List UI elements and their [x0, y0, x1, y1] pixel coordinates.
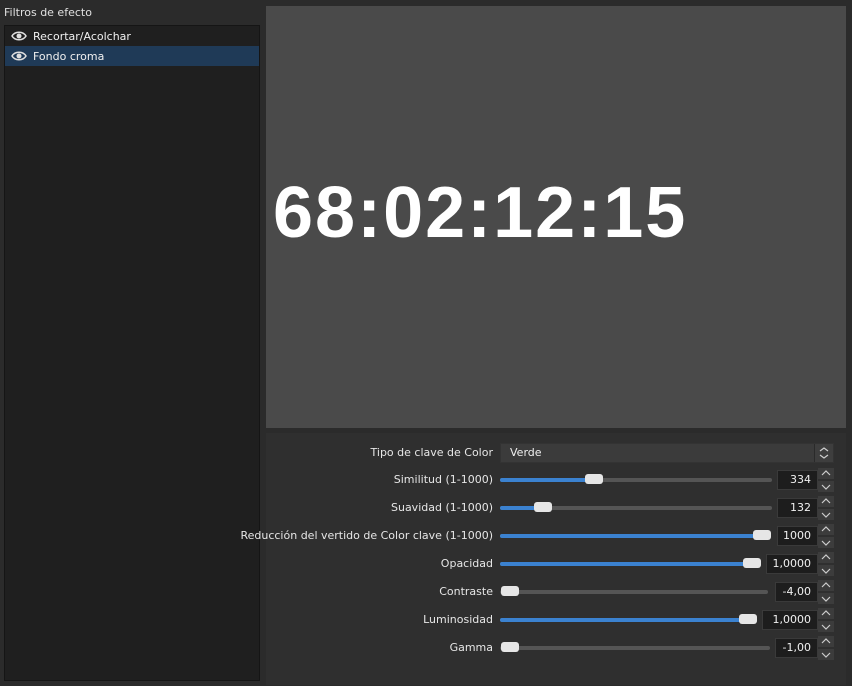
brightness-spinbox[interactable]: 1,0000 — [762, 610, 818, 630]
gamma-spinbox[interactable]: -1,00 — [775, 638, 818, 658]
similarity-stepper[interactable] — [818, 468, 834, 492]
opacity-slider-handle[interactable] — [743, 558, 761, 568]
brightness-slider[interactable] — [500, 614, 757, 624]
filters-list[interactable]: Recortar/Acolchar Fondo croma — [4, 25, 260, 681]
contrast-spinbox[interactable]: -4,00 — [775, 582, 818, 602]
contrast-slider[interactable] — [500, 586, 768, 596]
chevron-down-icon[interactable] — [818, 649, 834, 660]
gamma-label: Gamma — [449, 641, 493, 654]
similarity-slider[interactable] — [500, 474, 772, 484]
gamma-stepper[interactable] — [818, 636, 834, 660]
chevron-down-icon[interactable] — [818, 565, 834, 576]
gamma-row: Gamma -1,00 — [266, 636, 846, 660]
spill-reduction-slider-handle[interactable] — [753, 530, 771, 540]
brightness-slider-handle[interactable] — [739, 614, 757, 624]
filter-item-label: Recortar/Acolchar — [33, 29, 131, 43]
chevron-up-icon[interactable] — [818, 608, 834, 619]
opacity-row: Opacidad 1,0000 — [266, 552, 846, 576]
opacity-slider-fill — [500, 562, 752, 566]
preview-timecode: 68:02:12:15 — [273, 173, 688, 253]
chevron-down-icon[interactable] — [818, 593, 834, 604]
opacity-stepper[interactable] — [818, 552, 834, 576]
brightness-label: Luminosidad — [423, 613, 493, 626]
smoothness-stepper[interactable] — [818, 496, 834, 520]
spill-reduction-slider[interactable] — [500, 530, 771, 540]
eye-icon[interactable] — [11, 50, 27, 62]
eye-icon[interactable] — [11, 30, 27, 42]
opacity-spinbox[interactable]: 1,0000 — [766, 554, 818, 574]
spill-reduction-label: Reducción del vertido de Color clave (1-… — [240, 529, 493, 542]
chevron-up-icon[interactable] — [818, 468, 834, 479]
updown-chevron-icon[interactable] — [814, 444, 833, 462]
smoothness-slider[interactable] — [500, 502, 772, 512]
chevron-down-icon[interactable] — [818, 621, 834, 632]
chevron-up-icon[interactable] — [818, 496, 834, 507]
similarity-slider-fill — [500, 478, 594, 482]
spill-reduction-slider-fill — [500, 534, 762, 538]
opacity-label: Opacidad — [440, 557, 493, 570]
filter-item-label: Fondo croma — [33, 49, 105, 63]
spill-reduction-spinbox[interactable]: 1000 — [777, 526, 818, 546]
contrast-label: Contraste — [439, 585, 493, 598]
brightness-slider-fill — [500, 618, 748, 622]
brightness-stepper[interactable] — [818, 608, 834, 632]
gamma-slider[interactable] — [500, 642, 770, 652]
gamma-slider-handle[interactable] — [501, 642, 519, 652]
similarity-row: Similitud (1-1000) 334 — [266, 468, 846, 492]
similarity-spinbox[interactable]: 334 — [777, 470, 818, 490]
filters-panel-title: Filtros de efecto — [4, 6, 92, 19]
key-color-type-label: Tipo de clave de Color — [370, 446, 493, 459]
smoothness-spinbox[interactable]: 132 — [777, 498, 818, 518]
contrast-slider-handle[interactable] — [501, 586, 519, 596]
key-color-type-row: Tipo de clave de Color Verde — [266, 441, 846, 465]
spill-reduction-row: Reducción del vertido de Color clave (1-… — [240, 524, 846, 548]
chevron-up-icon[interactable] — [818, 580, 834, 591]
spill-reduction-stepper[interactable] — [818, 524, 834, 548]
smoothness-slider-handle[interactable] — [534, 502, 552, 512]
chevron-down-icon[interactable] — [818, 509, 834, 520]
filter-item-recortar[interactable]: Recortar/Acolchar — [5, 26, 259, 46]
chevron-up-icon[interactable] — [818, 524, 834, 535]
smoothness-row: Suavidad (1-1000) 132 — [266, 496, 846, 520]
contrast-row: Contraste -4,00 — [266, 580, 846, 604]
similarity-slider-handle[interactable] — [585, 474, 603, 484]
chevron-up-icon[interactable] — [818, 552, 834, 563]
filter-properties: Tipo de clave de Color Verde Similitud (… — [240, 433, 846, 685]
filter-item-fondo-croma[interactable]: Fondo croma — [5, 46, 259, 66]
key-color-type-value: Verde — [510, 446, 542, 459]
contrast-stepper[interactable] — [818, 580, 834, 604]
opacity-slider[interactable] — [500, 558, 761, 568]
similarity-label: Similitud (1-1000) — [393, 473, 493, 486]
smoothness-label: Suavidad (1-1000) — [390, 501, 493, 514]
brightness-row: Luminosidad 1,0000 — [266, 608, 846, 632]
chevron-down-icon[interactable] — [818, 481, 834, 492]
chevron-down-icon[interactable] — [818, 537, 834, 548]
key-color-type-select[interactable]: Verde — [500, 443, 834, 463]
chevron-up-icon[interactable] — [818, 636, 834, 647]
